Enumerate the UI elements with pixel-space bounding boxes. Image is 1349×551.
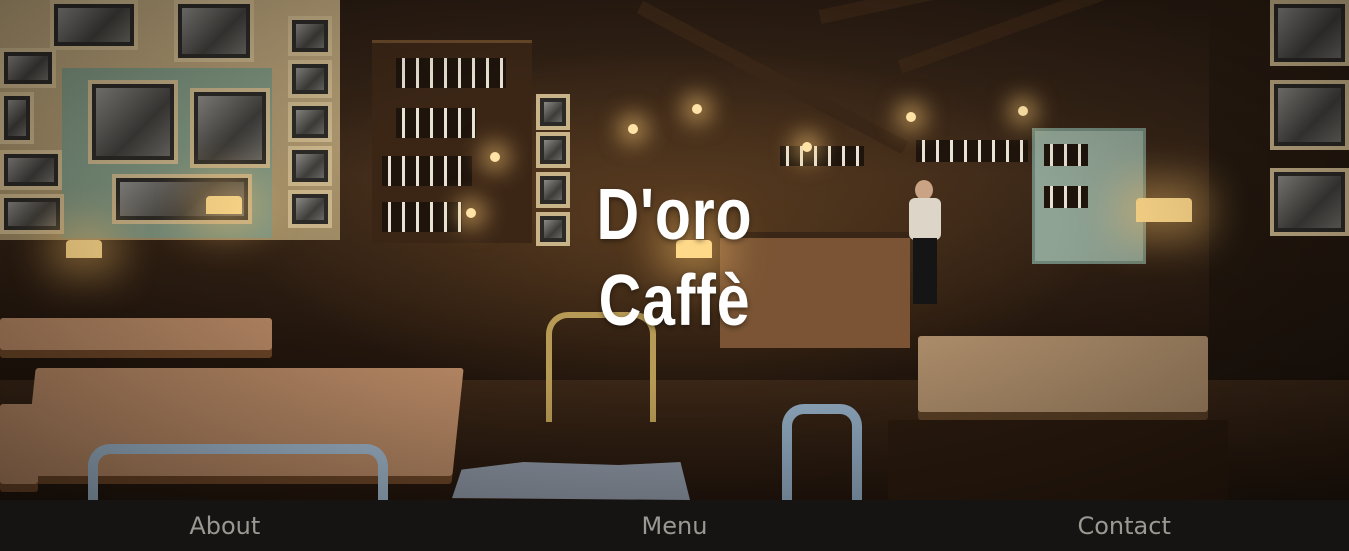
nav-menu-link[interactable]: Menu (450, 500, 900, 551)
photo-frame (0, 150, 62, 190)
nav-contact-link[interactable]: Contact (899, 500, 1349, 551)
table (888, 420, 1228, 500)
photo-frame (288, 16, 332, 56)
ceiling-light (692, 104, 702, 114)
nav-about-link[interactable]: About (0, 500, 450, 551)
ceiling-light (906, 112, 916, 122)
photo-frame (1270, 0, 1349, 66)
ceiling-light (490, 152, 500, 162)
photo-frame (190, 88, 270, 168)
photo-frame (288, 60, 332, 98)
table (0, 404, 38, 484)
page-title: D'oro Caffè (121, 172, 1227, 344)
ceiling-light (1018, 106, 1028, 116)
bottom-navigation: About Menu Contact (0, 500, 1349, 551)
wine-bottles (1044, 144, 1088, 166)
wine-bottles (396, 58, 506, 88)
chair (88, 444, 388, 500)
title-line-1: D'oro (596, 175, 753, 255)
photo-frame (0, 92, 34, 144)
photo-frame (50, 0, 138, 50)
wine-bottles (780, 146, 864, 166)
chair (782, 404, 862, 500)
wine-bottles (916, 140, 1028, 162)
floor-rug (452, 462, 690, 500)
ceiling-light (628, 124, 638, 134)
photo-frame (88, 80, 178, 164)
photo-frame (1270, 80, 1349, 150)
ceiling-beam (897, 0, 1128, 74)
photo-frame (536, 132, 570, 168)
photo-frame (288, 102, 332, 142)
photo-frame (536, 94, 570, 130)
ceiling-light (802, 142, 812, 152)
table-lamp (66, 240, 102, 258)
photo-frame (0, 194, 64, 234)
ceiling-beam (636, 0, 909, 155)
photo-frame (0, 48, 56, 88)
hero-banner: D'oro Caffè (0, 0, 1349, 500)
title-line-2: Caffè (598, 261, 751, 341)
photo-frame (1270, 168, 1349, 236)
photo-frame (174, 0, 254, 62)
table (918, 336, 1208, 412)
wine-bottles (396, 108, 476, 138)
